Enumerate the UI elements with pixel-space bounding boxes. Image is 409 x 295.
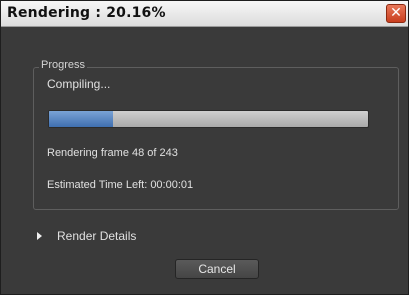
- title-bar[interactable]: Rendering : 20.16% ✕: [1, 1, 408, 27]
- frame-counter-text: Rendering frame 48 of 243: [47, 147, 178, 159]
- progress-bar-fill: [49, 111, 114, 127]
- status-text: Compiling...: [47, 77, 111, 91]
- triangle-right-icon: [37, 232, 42, 240]
- time-left-text: Estimated Time Left: 00:00:01: [47, 179, 194, 191]
- close-icon: ✕: [390, 5, 402, 21]
- progress-bar: [48, 110, 369, 128]
- close-button[interactable]: ✕: [386, 4, 406, 23]
- render-details-toggle[interactable]: Render Details: [37, 228, 167, 246]
- render-details-label: Render Details: [57, 229, 137, 243]
- cancel-button[interactable]: Cancel: [175, 259, 259, 279]
- progress-group-label: Progress: [39, 59, 88, 71]
- window-title: Rendering : 20.16%: [7, 5, 166, 21]
- render-dialog: Rendering : 20.16% ✕ Progress Compiling.…: [0, 0, 409, 295]
